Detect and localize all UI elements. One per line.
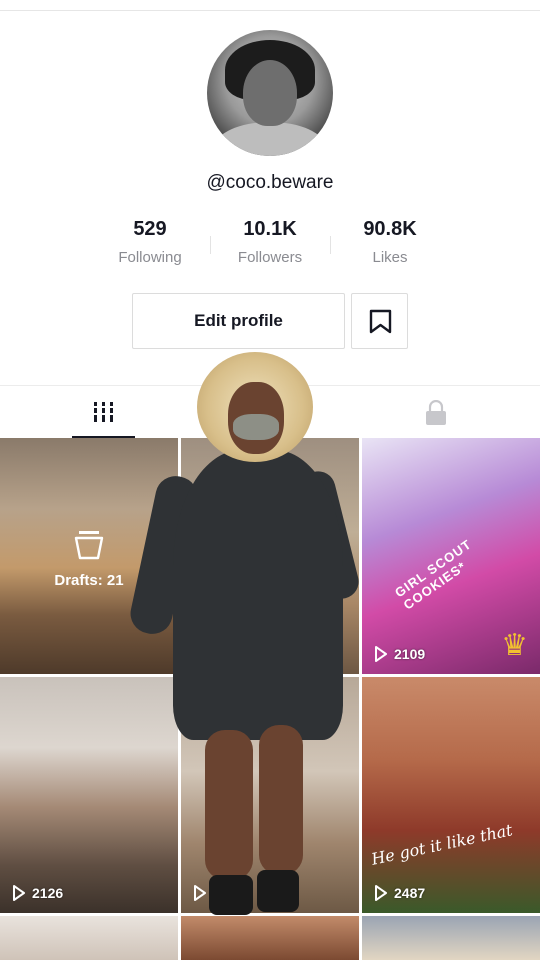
video-tile[interactable] [362,916,540,960]
bookmark-icon [369,309,392,334]
grid-icon [92,402,115,422]
view-count-value: 2109 [394,646,426,662]
view-count: 2126 [12,885,63,901]
tab-private[interactable] [424,399,448,426]
play-icon [375,646,387,662]
drafts-icon [74,531,104,560]
following-count: 529 [133,218,167,240]
video-tile[interactable]: He got it like that 2487 [362,677,540,913]
play-icon [13,885,25,901]
stat-followers[interactable]: 10.1K Followers [205,218,335,266]
play-icon [375,885,387,901]
stat-likes[interactable]: 90.8K Likes [325,218,455,266]
top-divider [0,10,540,11]
crown-icon: ♛ [501,629,528,662]
profile-username: @coco.beware [206,172,334,193]
green-screen-person [126,340,363,940]
tab-videos[interactable] [72,386,135,438]
likes-label: Likes [372,249,408,266]
profile-avatar[interactable] [207,30,333,156]
view-count: 2487 [374,885,425,901]
stat-following[interactable]: 529 Following [85,218,215,266]
view-count-value: 2487 [394,885,426,901]
video-tile[interactable]: GIRL SCOUT COOKIES* ♛ 2109 [362,438,540,674]
view-count: 2109 [374,646,425,662]
video-caption: GIRL SCOUT COOKIES* [392,536,475,613]
followers-label: Followers [237,249,303,266]
followers-count: 10.1K [243,218,297,240]
view-count-value: 2126 [32,885,64,901]
lock-icon [426,399,446,425]
video-caption: He got it like that [369,820,515,869]
favorites-button[interactable] [351,293,408,349]
likes-count: 90.8K [363,218,417,240]
following-label: Following [118,249,182,266]
